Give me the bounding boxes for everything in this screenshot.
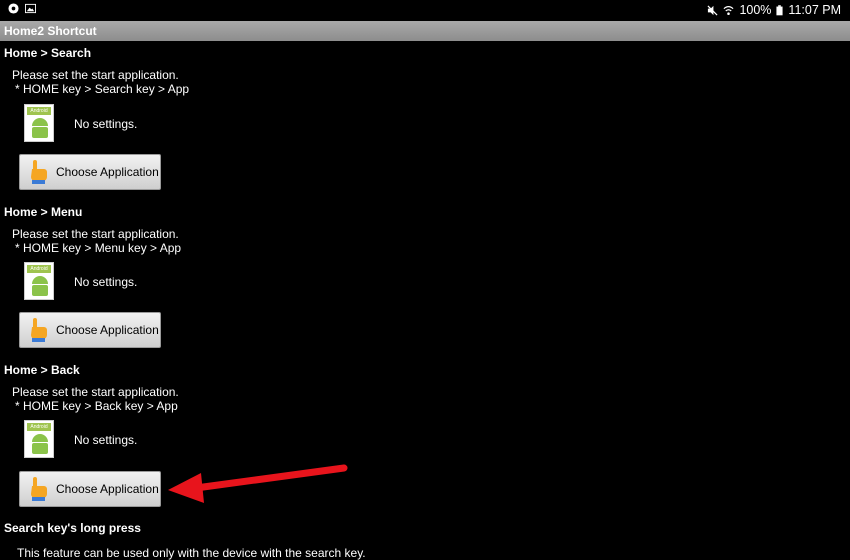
icon-badge: Android: [27, 265, 51, 273]
description-line: * HOME key > Search key > App: [15, 82, 190, 96]
description-line: * HOME key > Menu key > App: [15, 241, 182, 255]
section-description-back: Please set the start application. * HOME…: [12, 385, 179, 413]
long-press-description: This feature can be used only with the d…: [17, 546, 366, 560]
icon-badge: Android: [27, 107, 51, 115]
pointing-hand-icon: [31, 318, 47, 342]
pointing-hand-icon: [31, 160, 47, 184]
description-line: * HOME key > Back key > App: [15, 399, 178, 413]
choose-application-button-menu[interactable]: Choose Application: [19, 312, 161, 348]
battery-icon: [776, 4, 783, 15]
button-label: Choose Application: [56, 323, 159, 337]
clock: 11:07 PM: [788, 3, 841, 17]
android-robot-icon: [32, 276, 48, 296]
section-header-search: Home > Search: [4, 46, 92, 60]
settings-status: No settings.: [74, 117, 138, 131]
section-header-back: Home > Back: [4, 363, 80, 377]
button-label: Choose Application: [56, 482, 159, 496]
battery-percent: 100%: [739, 3, 772, 17]
mute-icon: [707, 4, 718, 16]
section-header-long-press: Search key's long press: [4, 521, 141, 535]
button-label: Choose Application: [56, 165, 159, 179]
choose-application-button-search[interactable]: Choose Application: [19, 154, 161, 190]
android-robot-icon: [32, 118, 48, 138]
app-title: Home2 Shortcut: [4, 24, 97, 38]
description-line: Please set the start application.: [12, 385, 179, 399]
pointing-hand-icon: [31, 477, 47, 501]
android-app-icon: Android: [24, 420, 54, 458]
description-line: Please set the start application.: [12, 227, 179, 241]
android-app-icon: Android: [24, 262, 54, 300]
android-robot-icon: [32, 434, 48, 454]
app-title-bar: Home2 Shortcut: [0, 21, 850, 41]
section-description-menu: Please set the start application. * HOME…: [12, 227, 181, 255]
section-description-search: Please set the start application. * HOME…: [12, 68, 189, 96]
choose-application-button-back[interactable]: Choose Application: [19, 471, 161, 507]
gallery-icon: [25, 3, 36, 14]
notification-icon: [8, 3, 19, 14]
status-bar: 100% 11:07 PM: [0, 0, 850, 21]
wifi-icon: [723, 5, 734, 15]
description-line: Please set the start application.: [12, 68, 179, 82]
settings-status: No settings.: [74, 275, 138, 289]
settings-status: No settings.: [74, 433, 138, 447]
icon-badge: Android: [27, 423, 51, 431]
android-app-icon: Android: [24, 104, 54, 142]
section-header-menu: Home > Menu: [4, 205, 83, 219]
